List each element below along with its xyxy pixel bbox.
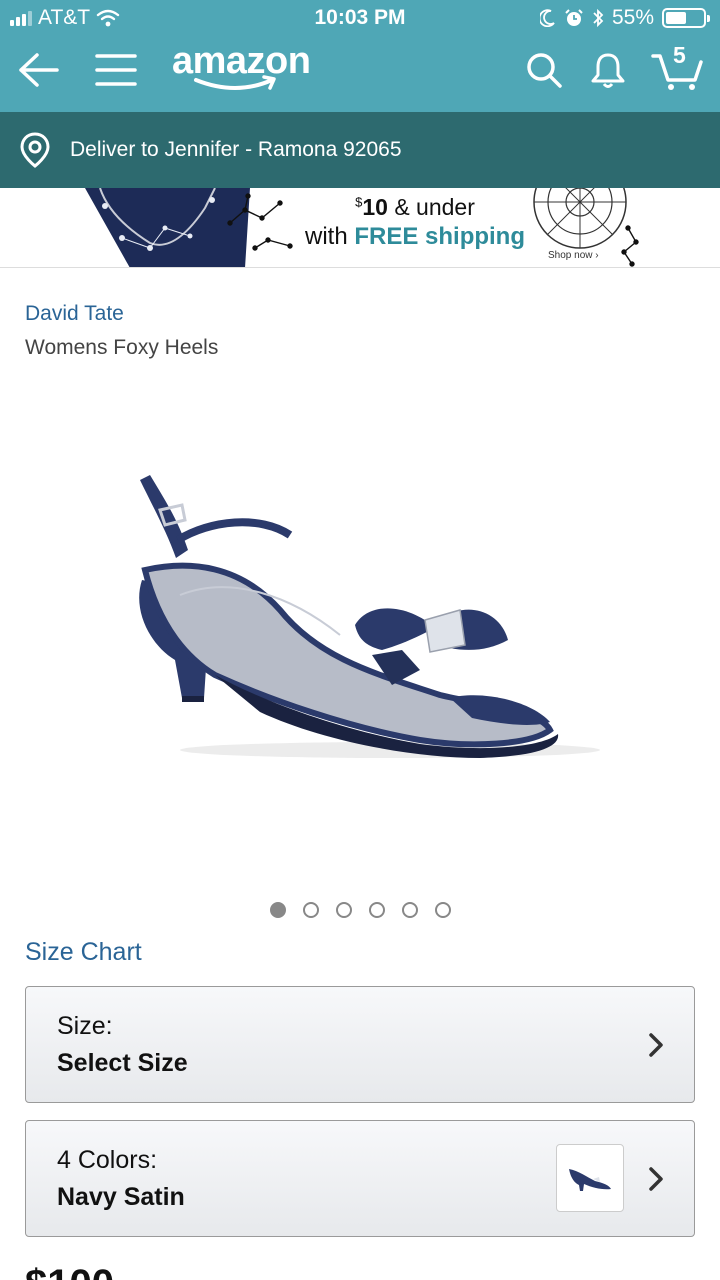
search-button[interactable] [524,44,564,96]
top-nav: amazon 5 [0,36,720,112]
banner-copy: $10 & under with FREE shipping [300,194,530,251]
battery-fill [666,12,686,24]
cart-button[interactable]: 5 [650,42,706,96]
product-title: Womens Foxy Heels [25,336,219,359]
shoe-image [139,475,600,758]
size-label: Size: [57,1012,113,1040]
size-value: Select Size [57,1049,188,1077]
color-value: Navy Satin [57,1183,185,1211]
pager-dot[interactable] [270,902,286,918]
battery-percent: 55% [611,6,654,29]
image-pager [270,902,451,918]
cart-count: 5 [673,42,686,68]
size-chart-link[interactable]: Size Chart [25,938,142,967]
shop-now-link[interactable]: Shop now › [548,250,599,261]
size-selector[interactable]: Size: Select Size [25,986,695,1103]
promo-banner[interactable]: $10 & under with FREE shipping Shop now … [0,188,720,268]
menu-button[interactable] [94,44,138,96]
chevron-right-icon [649,1167,663,1191]
location-pin-icon [20,132,50,168]
hamburger-icon [95,54,137,86]
banner-free-shipping: FREE shipping [354,223,526,250]
chevron-right-icon [649,1033,663,1057]
smile-arrow-icon [194,75,276,90]
deliver-to-text: Deliver to Jennifer - Ramona 92065 [70,138,402,161]
product-image[interactable] [120,460,610,770]
bell-icon [591,53,625,88]
color-selector[interactable]: 4 Colors: Navy Satin [25,1120,695,1237]
pager-dot[interactable] [336,902,352,918]
price: $100 [25,1262,114,1280]
pager-dot[interactable] [435,902,451,918]
notifications-button[interactable] [588,44,628,96]
deliver-to-bar[interactable]: Deliver to Jennifer - Ramona 92065 [0,112,720,188]
alarm-icon [565,9,583,26]
status-bar: AT&T 10:03 PM 55% [0,0,720,36]
amazon-logo[interactable]: amazon [172,40,311,90]
color-thumbnail[interactable] [556,1144,624,1212]
back-arrow-icon [19,53,59,87]
brand-link[interactable]: David Tate [25,302,124,326]
moon-icon [539,9,555,27]
necklace-image [85,188,293,267]
back-button[interactable] [16,44,60,96]
banner-price-line: $10 & under [300,194,530,221]
pager-dot[interactable] [369,902,385,918]
color-count-label: 4 Colors: [57,1146,158,1174]
banner-price: 10 [362,194,388,220]
shoe-thumbnail-icon [569,1169,611,1191]
status-right: 55% [539,6,710,30]
bluetooth-icon [593,8,604,28]
search-icon [527,53,562,88]
banner-with: with [304,223,348,250]
banner-under: & under [394,194,475,220]
banner-shipping-line: with FREE shipping [300,223,530,251]
pager-dot[interactable] [303,902,319,918]
pager-dot[interactable] [402,902,418,918]
battery-icon [662,8,710,28]
